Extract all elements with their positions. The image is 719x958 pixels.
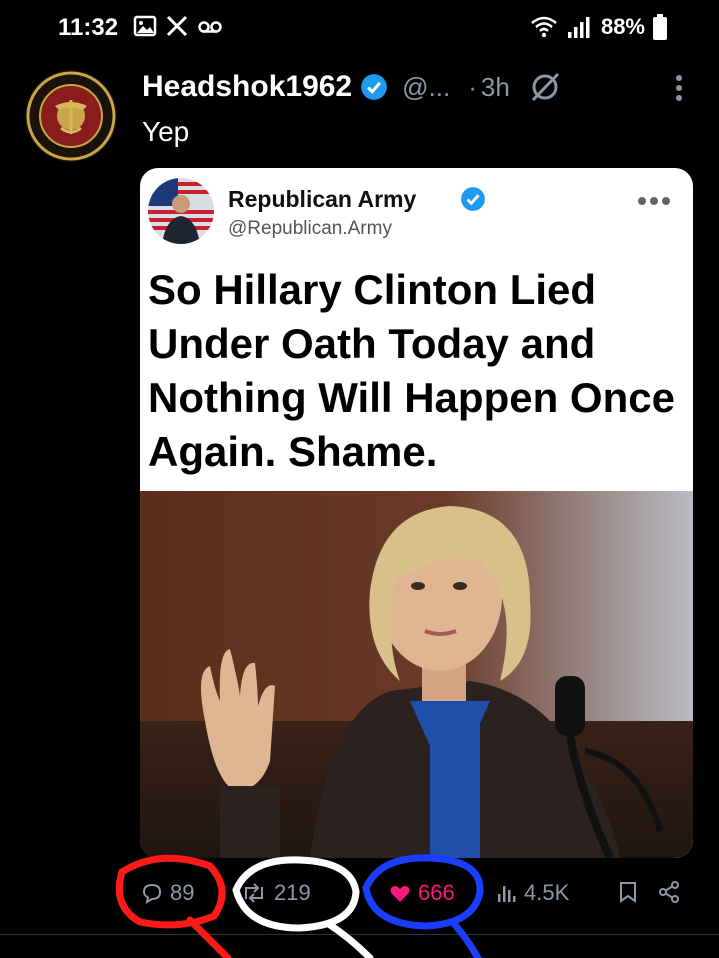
bookmark-icon <box>620 882 636 903</box>
views-icon <box>498 886 516 902</box>
quoted-photo[interactable] <box>140 491 693 858</box>
post-time[interactable]: 3h <box>481 72 510 103</box>
tweet-header: Headshok1962 @... · 3h <box>142 66 689 108</box>
reply-count: 89 <box>170 880 195 905</box>
quoted-headline: So Hillary Clinton Lied Under Oath Today… <box>148 266 675 475</box>
like-button[interactable]: 666 <box>388 880 455 906</box>
status-icons-left <box>133 14 223 38</box>
battery-percent: 88% <box>600 14 645 39</box>
quoted-author-name: Republican Army <box>228 186 417 212</box>
more-icon[interactable] <box>669 74 689 102</box>
author-display-name[interactable]: Headshok1962 <box>142 70 352 104</box>
status-icons-right: 88% <box>529 14 667 40</box>
verified-icon <box>361 74 387 100</box>
gallery-icon <box>133 15 157 37</box>
wifi-icon <box>531 16 557 38</box>
reply-icon <box>142 883 162 905</box>
views-button[interactable]: 4.5K <box>496 880 569 906</box>
views-count: 4.5K <box>524 880 570 905</box>
quoted-author-avatar <box>148 178 214 244</box>
time-separator: · <box>468 71 477 102</box>
quoted-verified-icon <box>461 187 485 211</box>
share-icon <box>659 881 679 903</box>
retweet-icon <box>245 883 263 903</box>
repost-count: 219 <box>274 880 311 905</box>
battery-icon <box>653 14 667 40</box>
bottom-divider <box>0 934 719 935</box>
bookmark-button[interactable] <box>617 880 639 904</box>
share-button[interactable] <box>657 880 681 904</box>
status-time: 11:32 <box>58 14 119 41</box>
quoted-author-handle: @Republican.Army <box>228 218 392 239</box>
quoted-post-card[interactable]: Republican Army @Republican.Army So Hill… <box>140 168 693 858</box>
signal-icon <box>567 17 590 38</box>
like-count: 666 <box>418 880 455 905</box>
grok-icon[interactable] <box>528 70 562 104</box>
heart-icon <box>390 885 410 902</box>
quoted-more-icon <box>638 197 670 205</box>
repost-button[interactable]: 219 <box>240 880 311 906</box>
voicemail-icon <box>198 21 222 33</box>
reply-button[interactable]: 89 <box>140 880 194 906</box>
author-handle[interactable]: @... <box>402 72 450 103</box>
status-bar: 11:32 88% <box>0 0 719 56</box>
action-bar: 89 219 666 4.5K <box>140 872 700 920</box>
tweet-text: Yep <box>142 116 190 147</box>
author-avatar[interactable] <box>25 70 117 162</box>
x-logo-icon <box>166 15 188 37</box>
